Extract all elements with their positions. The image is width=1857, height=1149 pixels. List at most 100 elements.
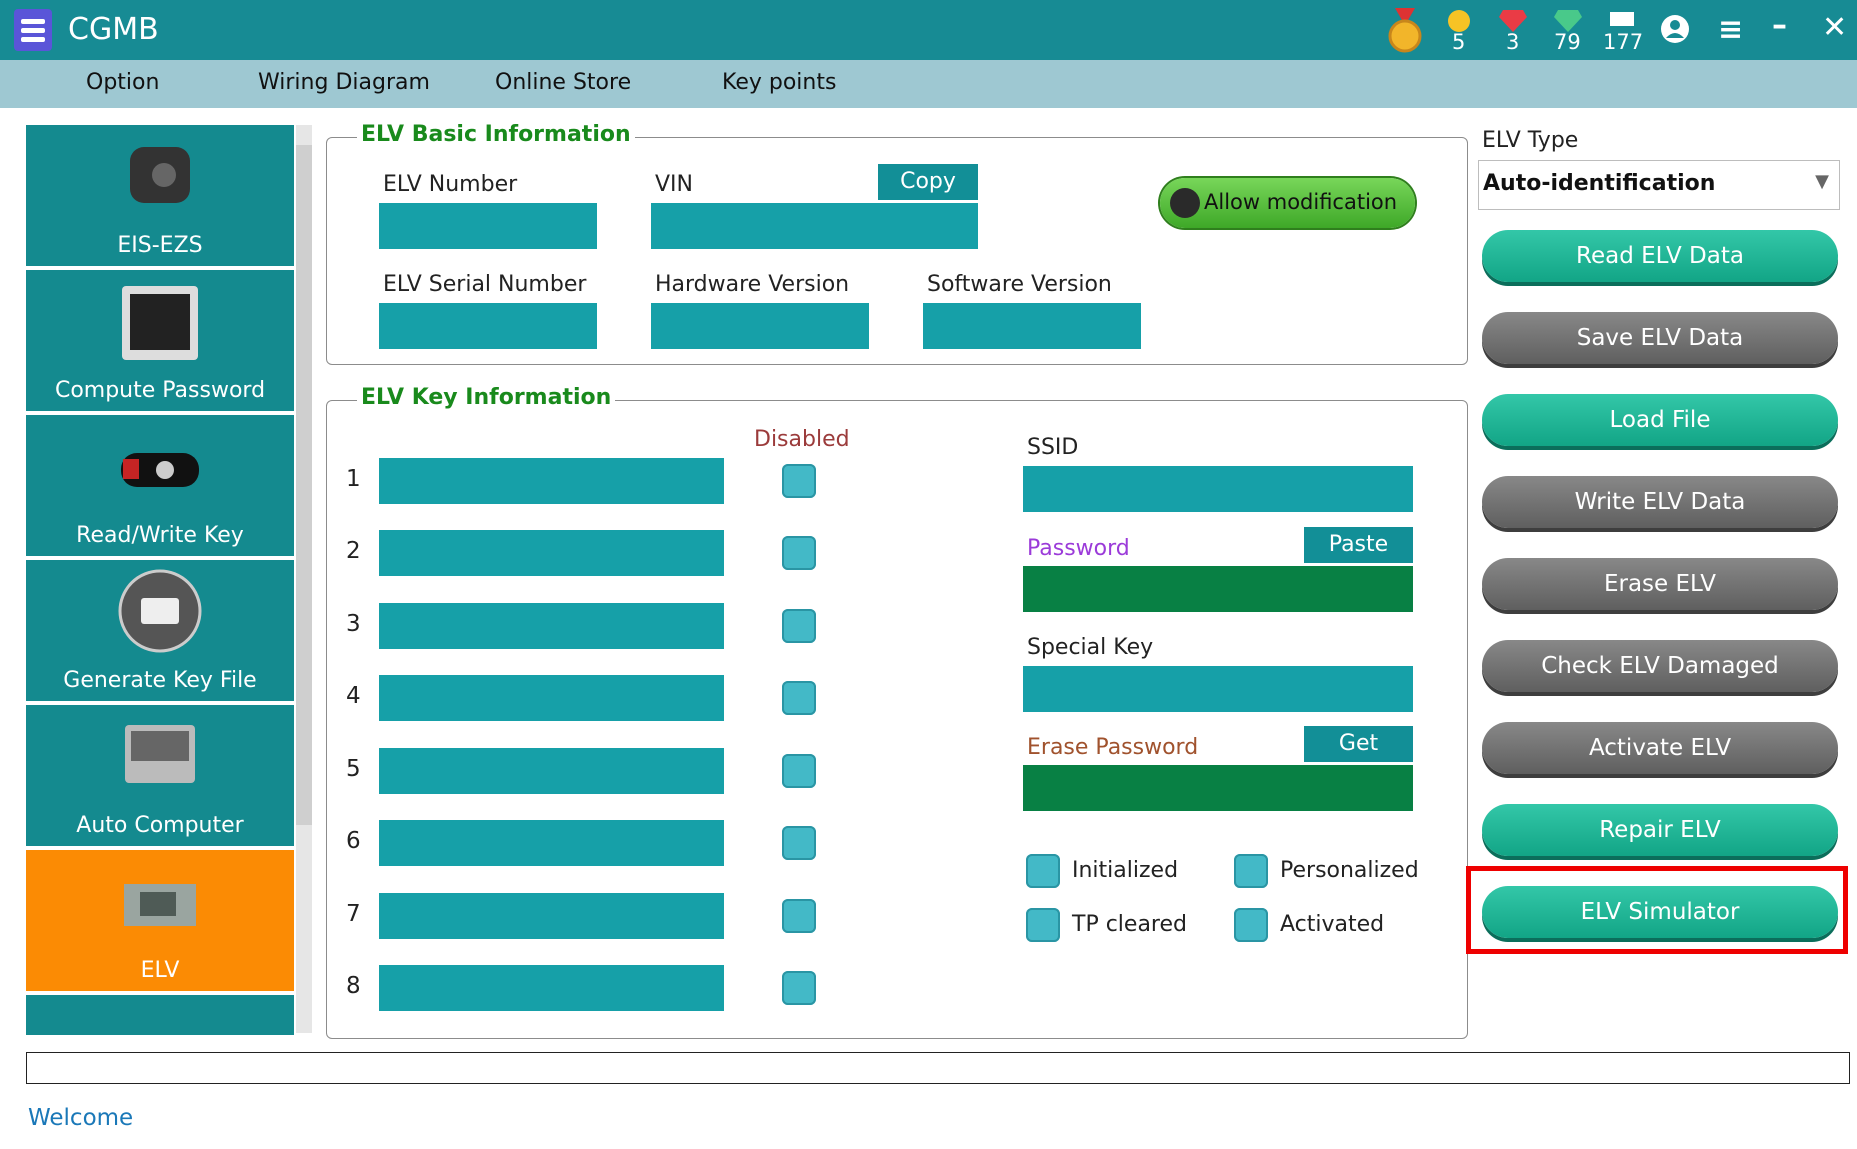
special-key-label: Special Key bbox=[1027, 635, 1154, 660]
key-slot-field-3[interactable] bbox=[379, 603, 724, 649]
vin-field[interactable] bbox=[651, 203, 978, 249]
elv-serial-number-field[interactable] bbox=[379, 303, 597, 349]
key-slot-field-8[interactable] bbox=[379, 965, 724, 1011]
key-row-number: 2 bbox=[346, 538, 361, 564]
disabled-checkbox-4[interactable] bbox=[782, 681, 816, 715]
tp-cleared-label: TP cleared bbox=[1072, 912, 1187, 937]
activate-elv-button[interactable]: Activate ELV bbox=[1482, 722, 1838, 774]
disabled-checkbox-7[interactable] bbox=[782, 899, 816, 933]
sidebar-item-elv[interactable]: ELV bbox=[26, 850, 294, 991]
key-slot-field-6[interactable] bbox=[379, 820, 724, 866]
key-row-number: 7 bbox=[346, 901, 361, 927]
special-key-field[interactable] bbox=[1023, 666, 1413, 712]
hardware-version-field[interactable] bbox=[651, 303, 869, 349]
app-logo-icon bbox=[14, 9, 52, 51]
menu-wiring-diagram[interactable]: Wiring Diagram bbox=[258, 70, 430, 95]
chip-count: 177 bbox=[1603, 30, 1644, 54]
key-slot-field-1[interactable] bbox=[379, 458, 724, 504]
load-file-button[interactable]: Load File bbox=[1482, 394, 1838, 446]
allow-modification-toggle[interactable]: Allow modification bbox=[1160, 178, 1415, 228]
vin-label: VIN bbox=[655, 172, 693, 197]
key-slot-field-5[interactable] bbox=[379, 748, 724, 794]
red-gem-count: 3 bbox=[1506, 30, 1520, 54]
gold-coin-count: 5 bbox=[1452, 30, 1466, 54]
key-row-number: 8 bbox=[346, 973, 361, 999]
key-slot-field-7[interactable] bbox=[379, 893, 724, 939]
disabled-checkbox-5[interactable] bbox=[782, 754, 816, 788]
key-row-number: 5 bbox=[346, 756, 361, 782]
car-key-icon bbox=[121, 453, 199, 487]
software-version-field[interactable] bbox=[923, 303, 1141, 349]
save-elv-data-button[interactable]: Save ELV Data bbox=[1482, 312, 1838, 364]
printer-icon bbox=[118, 569, 202, 653]
personalized-checkbox[interactable] bbox=[1234, 854, 1268, 888]
ecu-icon bbox=[125, 725, 195, 783]
green-gem-count: 79 bbox=[1554, 30, 1581, 54]
disabled-checkbox-1[interactable] bbox=[782, 464, 816, 498]
read-elv-data-button[interactable]: Read ELV Data bbox=[1482, 230, 1838, 282]
elv-number-field[interactable] bbox=[379, 203, 597, 249]
elv-serial-number-label: ELV Serial Number bbox=[383, 272, 587, 297]
user-account-icon[interactable] bbox=[1660, 14, 1690, 44]
green-gem-icon bbox=[1554, 10, 1582, 32]
elv-type-label: ELV Type bbox=[1482, 128, 1579, 153]
personalized-label: Personalized bbox=[1280, 858, 1419, 883]
erase-password-field[interactable] bbox=[1023, 765, 1413, 811]
app-title: CGMB bbox=[68, 12, 159, 47]
menu-bar: Option Wiring Diagram Online Store Key p… bbox=[0, 60, 1857, 108]
sidebar-item-generate-key-file[interactable]: Generate Key File bbox=[26, 560, 294, 701]
sidebar-item-next[interactable] bbox=[26, 995, 294, 1035]
menu-option[interactable]: Option bbox=[86, 70, 159, 95]
binary-chip-icon bbox=[122, 286, 198, 360]
minimize-icon[interactable]: – bbox=[1772, 8, 1787, 43]
key-slot-field-4[interactable] bbox=[379, 675, 724, 721]
red-gem-icon bbox=[1499, 10, 1527, 32]
menu-online-store[interactable]: Online Store bbox=[495, 70, 631, 95]
disabled-checkbox-8[interactable] bbox=[782, 971, 816, 1005]
copy-button[interactable]: Copy bbox=[878, 164, 978, 200]
disabled-column-label: Disabled bbox=[754, 427, 850, 452]
menu-key-points[interactable]: Key points bbox=[722, 70, 836, 95]
medal-icon bbox=[1388, 8, 1422, 53]
write-elv-data-button[interactable]: Write ELV Data bbox=[1482, 476, 1838, 528]
elv-basic-information-title: ELV Basic Information bbox=[357, 122, 635, 147]
sidebar-item-compute-password[interactable]: Compute Password bbox=[26, 270, 294, 411]
disabled-checkbox-3[interactable] bbox=[782, 609, 816, 643]
menu-icon[interactable]: ≡ bbox=[1718, 12, 1743, 47]
status-text: Welcome bbox=[28, 1105, 134, 1131]
toggle-knob bbox=[1170, 188, 1200, 218]
sidebar-item-eis-ezs[interactable]: EIS-EZS bbox=[26, 125, 294, 266]
elv-key-information-title: ELV Key Information bbox=[357, 385, 616, 410]
elv-type-select[interactable]: Auto-identification ▼ bbox=[1478, 160, 1840, 210]
initialized-checkbox[interactable] bbox=[1026, 854, 1060, 888]
allow-modification-label: Allow modification bbox=[1204, 190, 1398, 214]
ignition-switch-icon bbox=[130, 147, 190, 203]
password-label: Password bbox=[1027, 536, 1130, 561]
elv-number-label: ELV Number bbox=[383, 172, 518, 197]
chip-icon bbox=[1610, 12, 1634, 26]
repair-elv-button[interactable]: Repair ELV bbox=[1482, 804, 1838, 856]
tp-cleared-checkbox[interactable] bbox=[1026, 908, 1060, 942]
elv-module-icon bbox=[124, 884, 196, 926]
initialized-label: Initialized bbox=[1072, 858, 1179, 883]
activated-checkbox[interactable] bbox=[1234, 908, 1268, 942]
close-icon[interactable]: ✕ bbox=[1822, 10, 1847, 45]
key-slot-field-2[interactable] bbox=[379, 530, 724, 576]
chevron-down-icon: ▼ bbox=[1815, 171, 1829, 192]
ssid-field[interactable] bbox=[1023, 466, 1413, 512]
sidebar: EIS-EZS Compute Password Read/Write Key … bbox=[26, 125, 294, 1035]
check-elv-damaged-button[interactable]: Check ELV Damaged bbox=[1482, 640, 1838, 692]
disabled-checkbox-6[interactable] bbox=[782, 826, 816, 860]
password-field[interactable] bbox=[1023, 566, 1413, 612]
erase-elv-button[interactable]: Erase ELV bbox=[1482, 558, 1838, 610]
progress-bar bbox=[26, 1052, 1850, 1084]
elv-type-value: Auto-identification bbox=[1483, 171, 1716, 196]
get-button[interactable]: Get bbox=[1304, 726, 1413, 762]
sidebar-scrollbar-thumb[interactable] bbox=[296, 145, 312, 825]
sidebar-item-auto-computer[interactable]: Auto Computer bbox=[26, 705, 294, 846]
sidebar-item-read-write-key[interactable]: Read/Write Key bbox=[26, 415, 294, 556]
software-version-label: Software Version bbox=[927, 272, 1112, 297]
hardware-version-label: Hardware Version bbox=[655, 272, 850, 297]
disabled-checkbox-2[interactable] bbox=[782, 536, 816, 570]
paste-button[interactable]: Paste bbox=[1304, 527, 1413, 563]
